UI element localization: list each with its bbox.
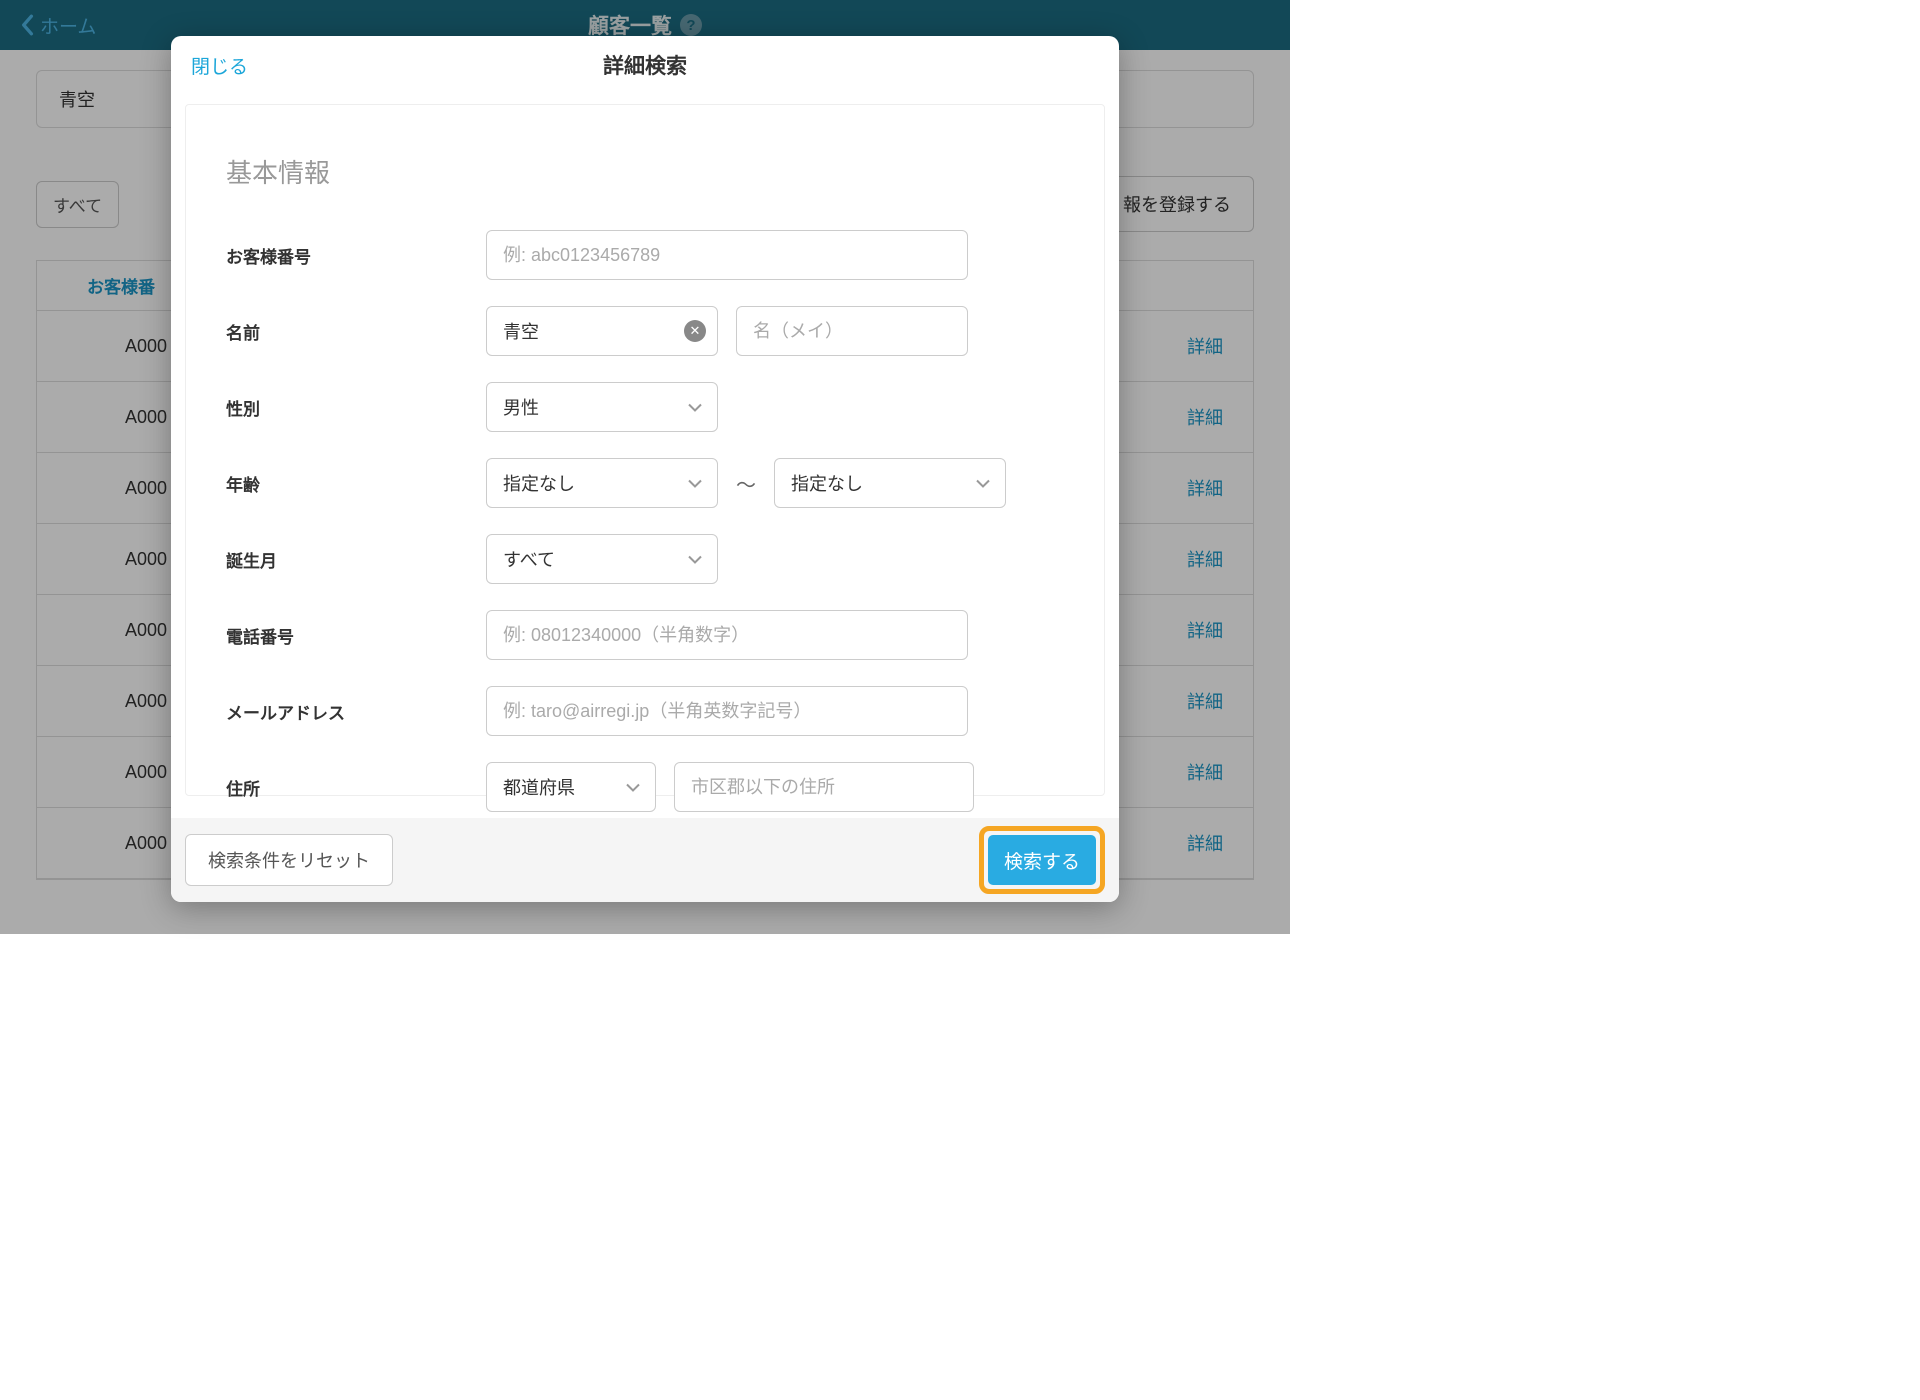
chevron-down-icon	[975, 473, 991, 494]
reset-button[interactable]: 検索条件をリセット	[185, 834, 393, 886]
modal-footer: 検索条件をリセット 検索する	[171, 818, 1119, 902]
row-address: 住所 都道府県	[226, 762, 1064, 812]
row-customer-number: お客様番号	[226, 230, 1064, 280]
search-button-highlight: 検索する	[979, 826, 1105, 894]
age-to-value: 指定なし	[791, 470, 863, 496]
row-birth-month: 誕生月 すべて	[226, 534, 1064, 584]
birth-month-value: すべて	[503, 546, 555, 572]
row-phone: 電話番号	[226, 610, 1064, 660]
chevron-down-icon	[687, 397, 703, 418]
birth-month-select[interactable]: すべて	[486, 534, 718, 584]
given-name-input[interactable]	[736, 306, 968, 356]
email-input[interactable]	[486, 686, 968, 736]
form-card: 基本情報 お客様番号 名前 ✕ 性別	[185, 104, 1105, 796]
range-separator: 〜	[736, 469, 756, 498]
row-gender: 性別 男性	[226, 382, 1064, 432]
clear-icon[interactable]: ✕	[684, 320, 706, 342]
customer-number-input[interactable]	[486, 230, 968, 280]
row-email: メールアドレス	[226, 686, 1064, 736]
modal-title: 詳細検索	[603, 50, 687, 80]
prefecture-value: 都道府県	[503, 774, 575, 800]
modal-body: 基本情報 お客様番号 名前 ✕ 性別	[171, 94, 1119, 818]
chevron-down-icon	[687, 473, 703, 494]
label-gender: 性別	[226, 395, 486, 420]
search-button[interactable]: 検索する	[988, 835, 1096, 885]
chevron-down-icon	[687, 549, 703, 570]
modal-header: 閉じる 詳細検索	[171, 36, 1119, 94]
label-customer-number: お客様番号	[226, 243, 486, 268]
age-from-select[interactable]: 指定なし	[486, 458, 718, 508]
advanced-search-modal: 閉じる 詳細検索 基本情報 お客様番号 名前 ✕	[171, 36, 1119, 902]
row-name: 名前 ✕	[226, 306, 1064, 356]
label-age: 年齢	[226, 471, 486, 496]
label-phone: 電話番号	[226, 623, 486, 648]
label-address: 住所	[226, 775, 486, 800]
section-title: 基本情報	[226, 153, 1064, 190]
age-to-select[interactable]: 指定なし	[774, 458, 1006, 508]
phone-input[interactable]	[486, 610, 968, 660]
chevron-down-icon	[625, 777, 641, 798]
label-email: メールアドレス	[226, 699, 486, 724]
label-birth-month: 誕生月	[226, 547, 486, 572]
close-button[interactable]: 閉じる	[191, 52, 248, 79]
gender-value: 男性	[503, 394, 539, 420]
label-name: 名前	[226, 319, 486, 344]
age-from-value: 指定なし	[503, 470, 575, 496]
prefecture-select[interactable]: 都道府県	[486, 762, 656, 812]
gender-select[interactable]: 男性	[486, 382, 718, 432]
city-address-input[interactable]	[674, 762, 974, 812]
row-age: 年齢 指定なし 〜 指定なし	[226, 458, 1064, 508]
